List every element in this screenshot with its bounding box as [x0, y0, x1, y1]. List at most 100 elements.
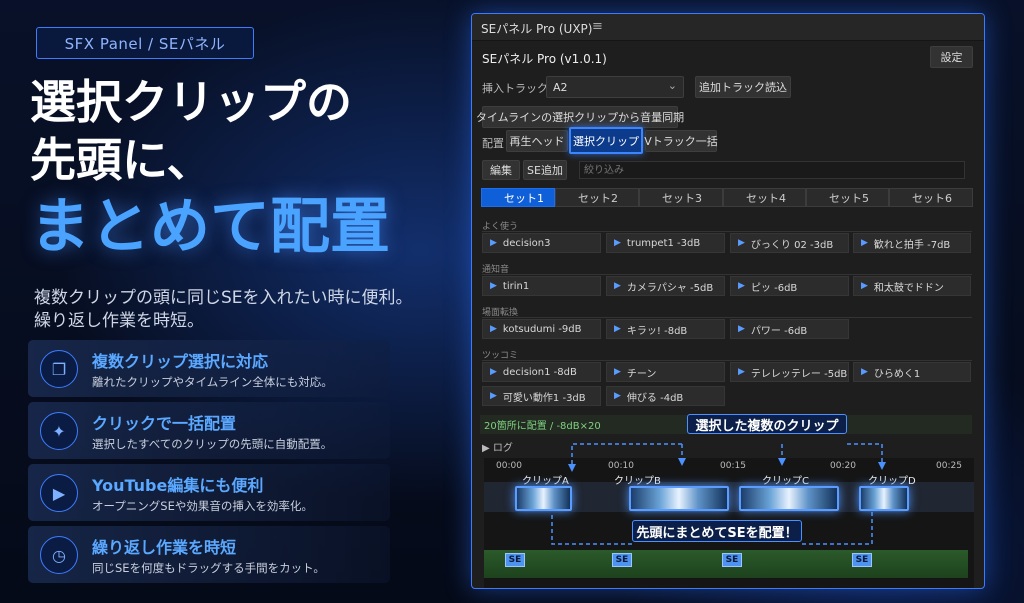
se-item[interactable]: ▶ decision3 [482, 233, 601, 253]
play-icon: ▶ [614, 367, 621, 377]
se-item[interactable]: ▶ カメラパシャ -5dB [606, 276, 725, 296]
play-icon: ▶ [738, 324, 745, 334]
tab-set-4[interactable]: セット4 [723, 188, 806, 207]
se-item[interactable]: ▶ 可愛い動作1 -3dB [482, 386, 601, 406]
se-item[interactable]: ▶ キラッ! -8dB [606, 319, 725, 339]
se-item[interactable]: ▶ trumpet1 -3dB [606, 233, 725, 253]
se-item[interactable]: ▶ kotsudumi -9dB [482, 319, 601, 339]
feature-desc: 離れたクリップやタイムライン全体にも対応。 [92, 375, 333, 389]
placement-label: 配置 [482, 137, 504, 150]
click-cursor-icon: ✦ [40, 412, 78, 450]
se-item[interactable]: ▶ 和太鼓でドドン [853, 276, 971, 296]
arrow-to-clip-a [571, 443, 682, 468]
filter-input[interactable] [579, 161, 965, 179]
feature-click-place: ✦ クリックで一括配置 選択したすべてのクリップの先頭に自動配置。 [28, 402, 390, 459]
se-item[interactable]: ▶ びっくり 02 -3dB [730, 233, 849, 253]
arrow-from-bottom-callout-right [802, 512, 873, 545]
promo-section: SFX Panel / SEパネル 選択クリップの 先頭に、 まとめて配置 複数… [0, 0, 460, 603]
feature-title: 繰り返し作業を時短 [92, 538, 237, 557]
feature-desc: オープニングSEや効果音の挿入を効率化。 [92, 499, 313, 513]
se-item[interactable]: ▶ パワー -6dB [730, 319, 849, 339]
se-marker: SE [612, 553, 632, 567]
se-panel-window: SEパネル Pro (UXP) ≡ SEパネル Pro (v1.0.1) 設定 … [471, 13, 985, 589]
arrow-head [678, 458, 686, 466]
selected-clips-callout: 選択した複数のクリップ [687, 414, 847, 434]
se-item[interactable]: ▶ decision1 -8dB [482, 362, 601, 382]
tab-set-5[interactable]: セット5 [806, 188, 889, 207]
se-item[interactable]: ▶ 歓れと拍手 -7dB [853, 233, 971, 253]
arrow-head [778, 458, 786, 466]
feature-desc: 同じSEを何度もドラッグする手間をカット。 [92, 561, 325, 575]
feature-youtube: ▶ YouTube編集にも便利 オープニングSEや効果音の挿入を効率化。 [28, 464, 390, 521]
feature-desc: 選択したすべてのクリップの先頭に自動配置。 [92, 437, 333, 451]
arrow-head [878, 462, 886, 470]
category-divider [482, 317, 972, 318]
se-item[interactable]: ▶ ピッ -6dB [730, 276, 849, 296]
play-icon: ▶ [861, 281, 868, 291]
insert-track-select[interactable]: A2 ⌄ [546, 76, 684, 98]
panel-menu-icon[interactable]: ≡ [592, 19, 603, 34]
play-icon: ▶ [738, 281, 745, 291]
se-marker: SE [505, 553, 525, 567]
app-title: SEパネル Pro (v1.0.1) [482, 52, 607, 66]
stopwatch-icon: ◷ [40, 536, 78, 574]
play-icon: ▶ [738, 238, 745, 248]
feature-multi-select: ❐ 複数クリップ選択に対応 離れたクリップやタイムライン全体にも対応。 [28, 340, 390, 397]
headline-line-1: 選択クリップの [30, 75, 352, 129]
se-item[interactable]: ▶ 伸びる -4dB [606, 386, 725, 406]
insert-track-label: 挿入トラック [482, 82, 548, 95]
feature-title: YouTube編集にも便利 [92, 476, 264, 495]
tab-set-1[interactable]: セット1 [481, 188, 555, 207]
tab-set-3[interactable]: セット3 [639, 188, 723, 207]
category-divider [482, 274, 972, 275]
se-item[interactable]: ▶ ひらめく1 [853, 362, 971, 382]
se-item[interactable]: ▶ チーン [606, 362, 725, 382]
play-icon: ▶ [490, 367, 497, 377]
place-se-callout: 先頭にまとめてSEを配置！ [632, 520, 802, 542]
feature-time-saving: ◷ 繰り返し作業を時短 同じSEを何度もドラッグする手間をカット。 [28, 526, 390, 583]
settings-button[interactable]: 設定 [930, 46, 973, 68]
headline-line-3: まとめて配置 [30, 192, 390, 262]
se-item[interactable]: ▶ テレレッテレー -5dB [730, 362, 849, 382]
category-divider [482, 360, 972, 361]
se-marker: SE [852, 553, 872, 567]
se-marker: SE [722, 553, 742, 567]
insert-track-value: A2 [553, 80, 568, 94]
headline-line-2: 先頭に、 [30, 133, 213, 187]
arrow-head [568, 464, 576, 472]
subtitle-line-1: 複数クリップの頭に同じSEを入れたい時に便利。 [34, 288, 413, 308]
play-icon: ▶ [861, 238, 868, 248]
placement-playhead-button[interactable]: 再生ヘッド [506, 130, 568, 152]
sync-volume-button[interactable]: タイムラインの選択クリップから音量同期 [476, 106, 684, 128]
placement-selected-clip-button[interactable]: 選択クリップ [569, 127, 643, 154]
play-icon: ▶ [614, 324, 621, 334]
se-item[interactable]: ▶ tirin1 [482, 276, 601, 296]
multi-select-icon: ❐ [40, 350, 78, 388]
placement-vtrack-button[interactable]: Vトラック一括 [644, 130, 718, 152]
feature-title: 複数クリップ選択に対応 [92, 352, 269, 371]
add-se-button[interactable]: SE追加 [523, 160, 567, 180]
tab-set-6[interactable]: セット6 [889, 188, 973, 207]
edit-button[interactable]: 編集 [482, 160, 520, 180]
chevron-down-icon: ⌄ [667, 79, 677, 92]
window-title: SEパネル Pro (UXP) [481, 22, 593, 36]
play-icon: ▶ [861, 367, 868, 377]
category-divider [482, 231, 972, 232]
play-icon: ▶ [738, 367, 745, 377]
product-pill: SFX Panel / SEパネル [36, 27, 254, 59]
youtube-icon: ▶ [40, 474, 78, 512]
play-icon: ▶ [490, 281, 497, 291]
play-icon: ▶ [614, 238, 621, 248]
feature-title: クリックで一括配置 [92, 414, 237, 433]
load-tracks-button[interactable]: 追加トラック読込 [695, 76, 791, 98]
arrow-from-bottom-callout [551, 512, 632, 545]
tab-set-2[interactable]: セット2 [555, 188, 639, 207]
arrow-to-clip-d [847, 443, 883, 466]
play-icon: ▶ [490, 391, 497, 401]
play-icon: ▶ [614, 281, 621, 291]
play-icon: ▶ [490, 324, 497, 334]
play-icon: ▶ [490, 238, 497, 248]
play-icon: ▶ [614, 391, 621, 401]
window-titlebar: SEパネル Pro (UXP) ≡ [472, 14, 984, 41]
subtitle-line-2: 繰り返し作業を時短。 [34, 311, 204, 331]
